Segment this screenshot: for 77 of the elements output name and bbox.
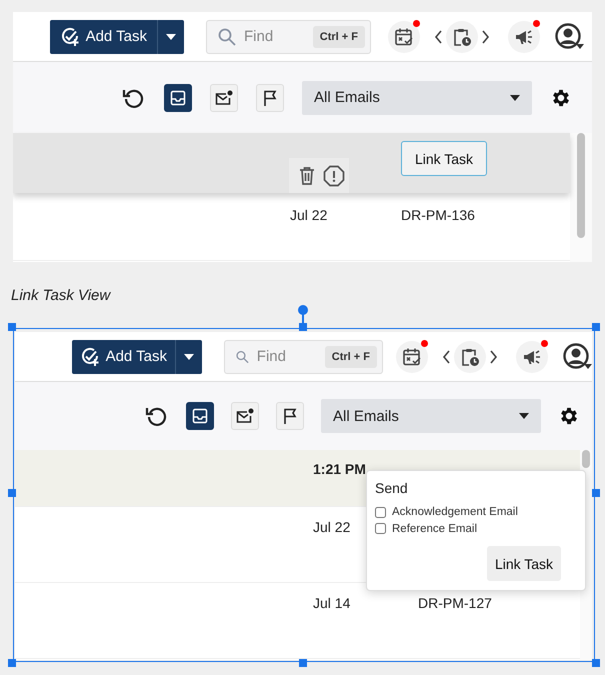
calendar-icon: [402, 346, 422, 366]
mail-icon: [236, 408, 254, 424]
resize-handle[interactable]: [592, 659, 600, 667]
search-icon: [218, 28, 236, 46]
inbox-icon: [170, 90, 186, 106]
resize-handle[interactable]: [8, 323, 16, 331]
clipboard-button[interactable]: [446, 20, 478, 52]
inbox-view-button[interactable]: [164, 84, 192, 112]
search-box[interactable]: Find Ctrl + F: [206, 20, 371, 54]
link-task-button[interactable]: Link Task: [487, 546, 561, 581]
option-label: Reference Email: [392, 522, 478, 535]
notification-dot: [413, 20, 420, 26]
resize-handle[interactable]: [8, 489, 16, 497]
mail-icon: [215, 90, 233, 106]
hovered-row[interactable]: Link Task: [13, 133, 570, 193]
add-task-button[interactable]: Add Task: [50, 20, 158, 54]
date-text: Jul 22: [313, 519, 350, 535]
checkbox[interactable]: [375, 506, 386, 518]
search-field[interactable]: Find: [244, 28, 304, 45]
option-label: Acknowledgement Email: [392, 506, 518, 518]
caret-icon: [519, 413, 529, 419]
scrollbar-thumb[interactable]: [582, 450, 590, 468]
date-text: Jul 14: [313, 595, 350, 611]
caret-icon: [184, 354, 194, 360]
resize-handle[interactable]: [8, 659, 16, 667]
clipboard-clock-icon: [452, 26, 472, 46]
inbox-icon: [192, 408, 208, 424]
notification-dot: [421, 340, 428, 346]
check-plus-icon: [80, 346, 100, 366]
shortcut-badge: Ctrl + F: [324, 346, 377, 368]
dropdown-button[interactable]: [176, 340, 202, 374]
caption: Link Task View: [11, 287, 110, 305]
date-text: 1:21 PM: [313, 461, 366, 477]
flag-icon: [263, 90, 277, 106]
notification-dot: [541, 340, 548, 346]
previous-icon[interactable]: [442, 350, 451, 364]
calendar-button[interactable]: [396, 340, 428, 372]
task-id-text: DR-PM-127: [418, 595, 492, 611]
check-plus-icon: [60, 26, 80, 46]
notification-dot: [533, 20, 540, 26]
mail-view-button[interactable]: [210, 84, 238, 112]
caret-icon: [510, 94, 520, 100]
trash-icon[interactable]: [299, 166, 315, 184]
flag-view-button[interactable]: [276, 402, 304, 430]
resize-handle[interactable]: [592, 323, 600, 331]
user-avatar-icon[interactable]: [562, 342, 592, 372]
search-box[interactable]: Find Ctrl + F: [224, 340, 383, 374]
calendar-button[interactable]: [388, 20, 420, 52]
search-field[interactable]: Find: [256, 348, 317, 365]
popup-title: Send: [375, 480, 408, 496]
email-filter-dropdown[interactable]: All Emails: [321, 399, 541, 433]
resize-handle[interactable]: [299, 659, 307, 667]
flag-icon: [283, 408, 297, 424]
clipboard-button[interactable]: [454, 340, 486, 372]
inbox-view-button[interactable]: [186, 402, 214, 430]
email-filter-dropdown[interactable]: All Emails: [302, 80, 532, 114]
task-id-text: DR-PM-136: [401, 207, 475, 223]
alert-icon[interactable]: [323, 164, 345, 186]
flag-view-button[interactable]: [256, 84, 284, 112]
user-avatar-icon[interactable]: [554, 22, 584, 52]
next-icon[interactable]: [481, 30, 490, 44]
dropdown-button[interactable]: [158, 20, 184, 54]
checkbox[interactable]: [375, 523, 386, 534]
mail-view-button[interactable]: [231, 402, 259, 430]
shortcut-badge: Ctrl + F: [312, 26, 365, 48]
calendar-icon: [394, 26, 414, 46]
scrollbar-thumb[interactable]: [577, 133, 585, 238]
next-icon[interactable]: [489, 350, 498, 364]
resize-handle[interactable]: [592, 489, 600, 497]
caret-icon: [166, 34, 176, 40]
previous-icon[interactable]: [434, 30, 443, 44]
date-text: Jul 22: [290, 207, 328, 223]
clipboard-clock-icon: [460, 346, 480, 366]
link-task-button[interactable]: Link Task: [401, 141, 487, 176]
megaphone-button[interactable]: [516, 340, 548, 372]
megaphone-button[interactable]: [508, 20, 540, 52]
add-task-button[interactable]: Add Task: [72, 340, 176, 374]
